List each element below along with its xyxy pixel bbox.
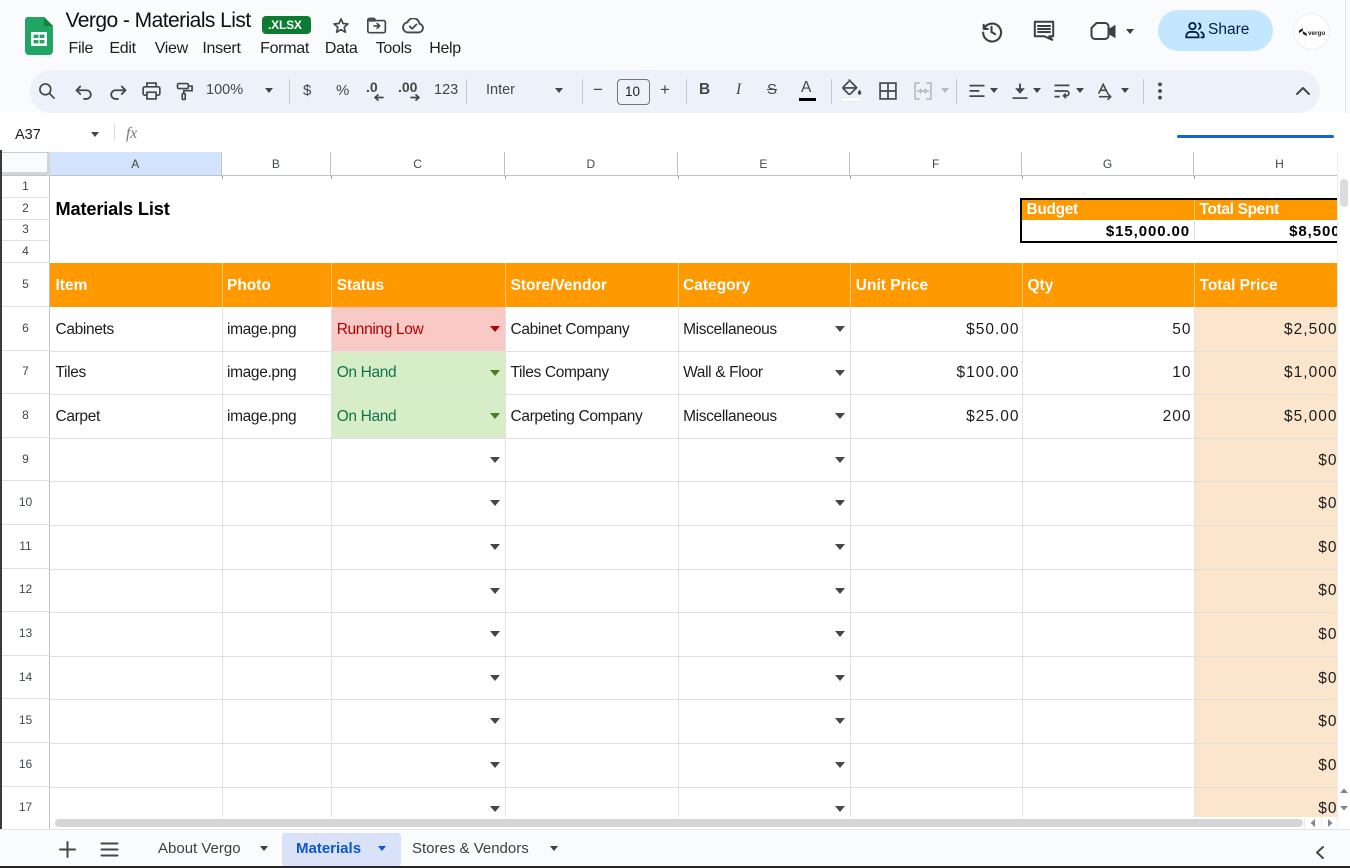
svg-text:.00: .00 — [398, 80, 418, 95]
svg-text:.0: .0 — [366, 80, 378, 95]
svg-text:vergo: vergo — [1308, 30, 1325, 37]
